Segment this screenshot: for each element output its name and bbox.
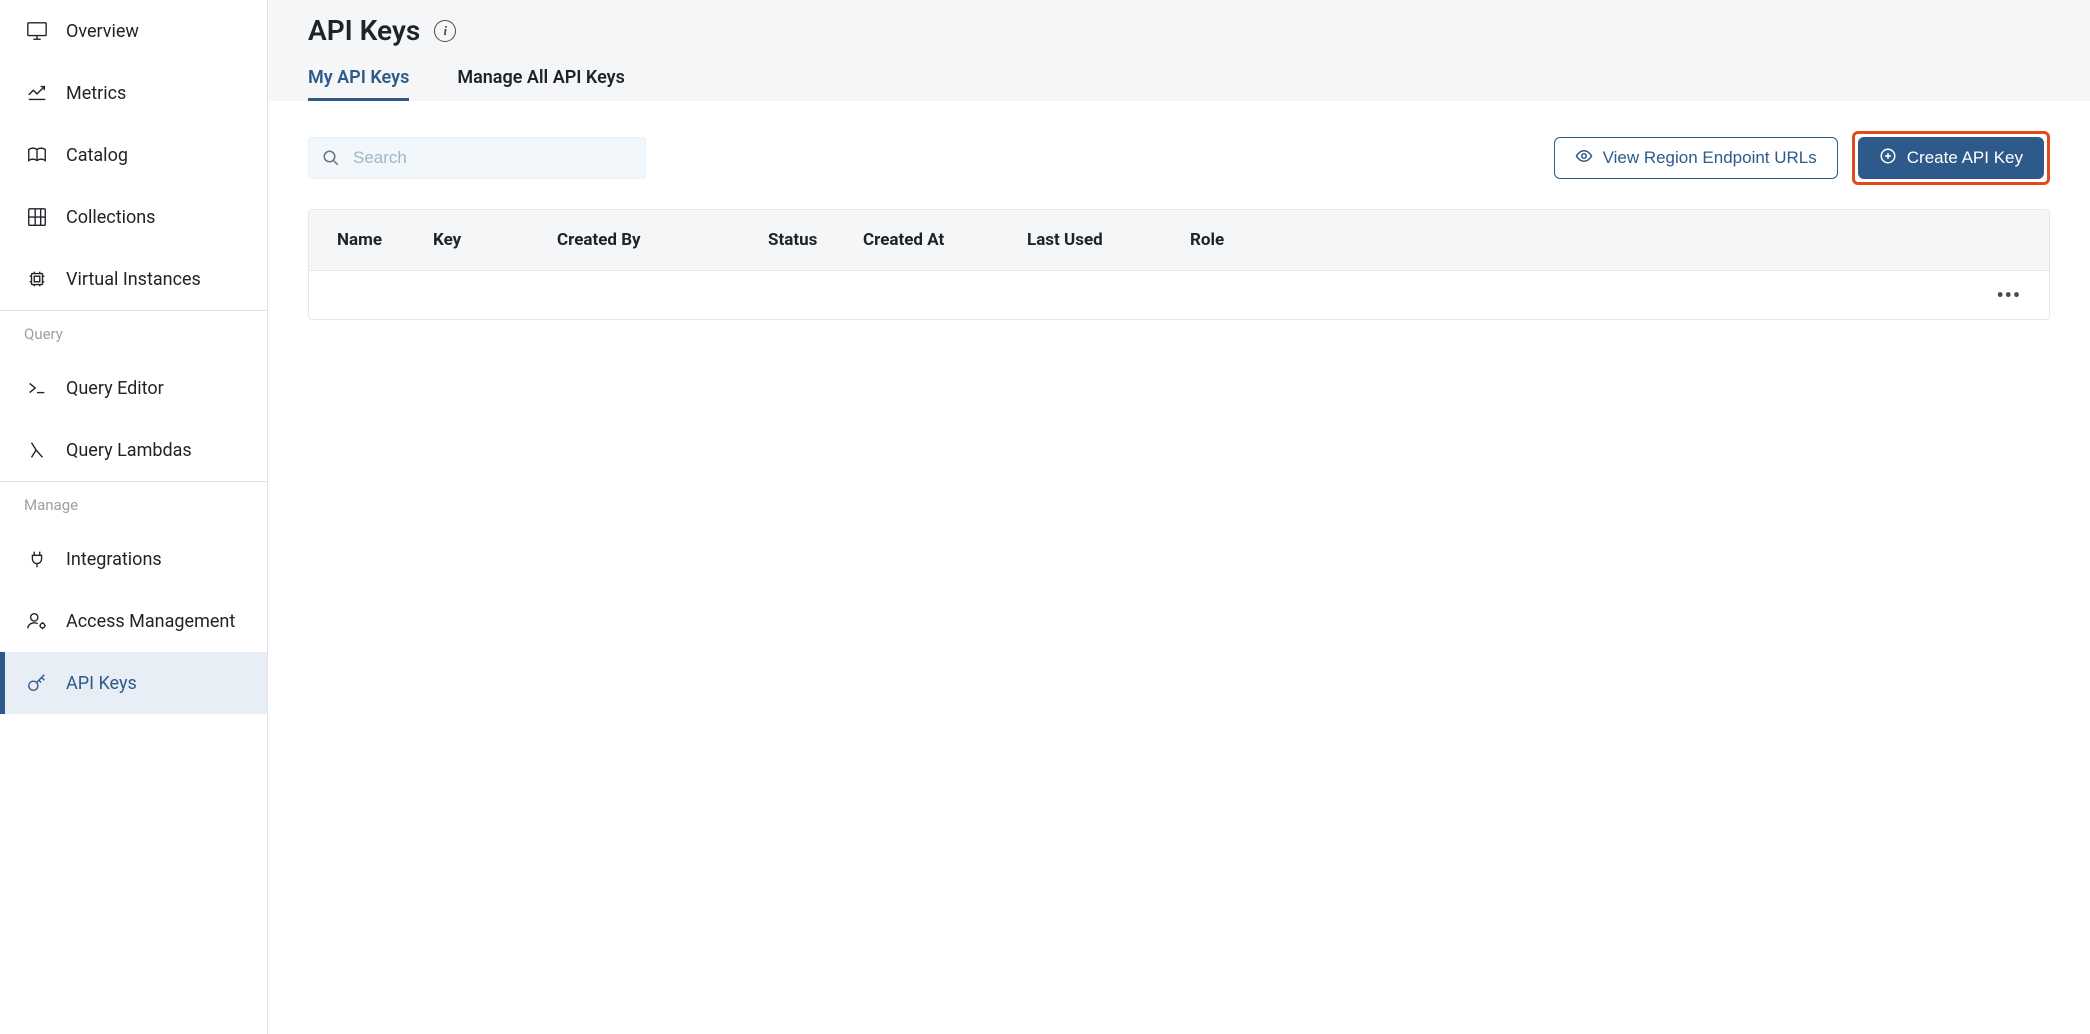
chart-icon	[26, 82, 48, 104]
eye-icon	[1575, 147, 1593, 170]
tab-manage-all-api-keys[interactable]: Manage All API Keys	[457, 57, 625, 101]
sidebar-item-integrations[interactable]: Integrations	[0, 528, 267, 590]
button-label: View Region Endpoint URLs	[1603, 148, 1817, 168]
th-created-at: Created At	[863, 230, 1027, 250]
key-icon	[26, 672, 48, 694]
more-actions-icon[interactable]: •••	[1996, 283, 2021, 307]
api-keys-table: Name Key Created By Status Created At La…	[308, 209, 2050, 320]
create-api-key-button[interactable]: Create API Key	[1858, 137, 2044, 179]
plus-circle-icon	[1879, 147, 1897, 170]
sidebar-item-label: Virtual Instances	[66, 269, 201, 290]
monitor-icon	[26, 20, 48, 42]
sidebar-item-label: Integrations	[66, 549, 162, 570]
sidebar-item-label: Collections	[66, 207, 155, 228]
sidebar-item-label: API Keys	[66, 673, 137, 694]
book-icon	[26, 144, 48, 166]
sidebar-item-query-editor[interactable]: Query Editor	[0, 357, 267, 419]
table-header: Name Key Created By Status Created At La…	[309, 210, 2049, 271]
sidebar-item-label: Access Management	[66, 611, 235, 632]
main-header: API Keys i My API Keys Manage All API Ke…	[268, 0, 2090, 101]
sidebar-item-metrics[interactable]: Metrics	[0, 62, 267, 124]
sidebar-item-collections[interactable]: Collections	[0, 186, 267, 248]
search-wrap	[308, 137, 646, 179]
sidebar-item-api-keys[interactable]: API Keys	[0, 652, 267, 714]
sidebar-item-label: Metrics	[66, 83, 126, 104]
sidebar-item-overview[interactable]: Overview	[0, 0, 267, 62]
sidebar-item-label: Catalog	[66, 145, 128, 166]
sidebar-item-virtual-instances[interactable]: Virtual Instances	[0, 248, 267, 310]
chip-icon	[26, 268, 48, 290]
sidebar-item-label: Query Editor	[66, 378, 164, 399]
users-gear-icon	[26, 610, 48, 632]
sidebar-section-header-manage: Manage	[0, 482, 267, 528]
sidebar-item-label: Overview	[66, 21, 139, 42]
th-key: Key	[433, 230, 557, 250]
sidebar: Overview Metrics Catalog Collections	[0, 0, 268, 1034]
th-status: Status	[768, 230, 863, 250]
info-icon[interactable]: i	[434, 20, 456, 42]
page-title: API Keys	[308, 14, 420, 47]
sidebar-section-header-query: Query	[0, 311, 267, 357]
grid-icon	[26, 206, 48, 228]
tabs: My API Keys Manage All API Keys	[308, 57, 2050, 101]
main-content: API Keys i My API Keys Manage All API Ke…	[268, 0, 2090, 1034]
tab-my-api-keys[interactable]: My API Keys	[308, 57, 409, 101]
terminal-icon	[26, 377, 48, 399]
sidebar-item-label: Query Lambdas	[66, 440, 192, 461]
toolbar: View Region Endpoint URLs Create API Key	[308, 131, 2050, 185]
th-last-used: Last Used	[1027, 230, 1190, 250]
th-role: Role	[1190, 230, 1981, 250]
lambda-icon	[26, 439, 48, 461]
search-input[interactable]	[308, 137, 646, 179]
plug-icon	[26, 548, 48, 570]
table-row-empty: •••	[309, 271, 2049, 319]
button-label: Create API Key	[1907, 148, 2023, 168]
view-region-endpoint-urls-button[interactable]: View Region Endpoint URLs	[1554, 137, 1838, 179]
sidebar-item-catalog[interactable]: Catalog	[0, 124, 267, 186]
th-created-by: Created By	[557, 230, 768, 250]
highlight-create-api-key: Create API Key	[1852, 131, 2050, 185]
search-icon	[322, 149, 340, 167]
th-name: Name	[337, 230, 433, 250]
sidebar-item-access-management[interactable]: Access Management	[0, 590, 267, 652]
sidebar-item-query-lambdas[interactable]: Query Lambdas	[0, 419, 267, 481]
